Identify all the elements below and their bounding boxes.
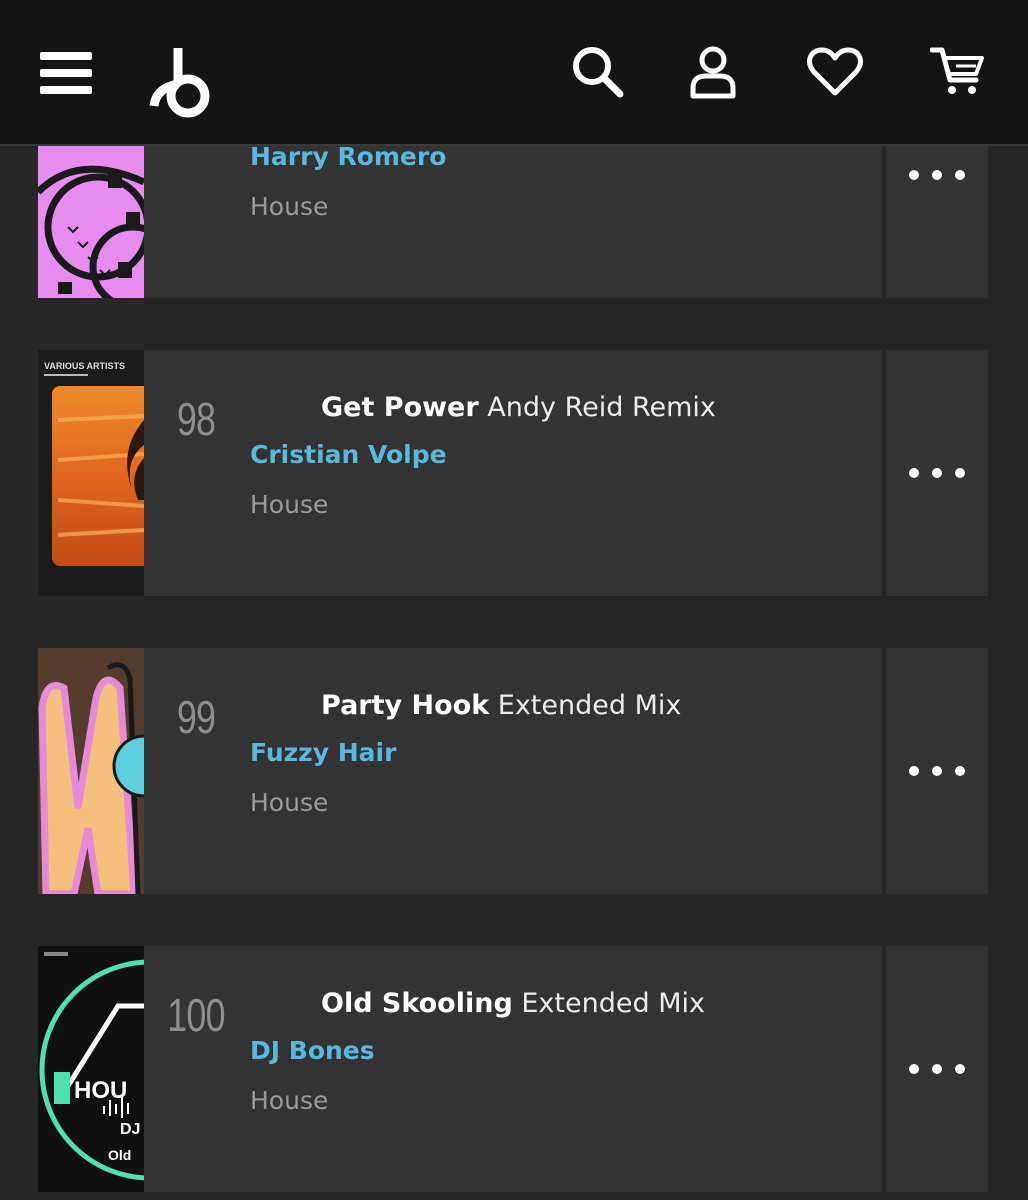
svg-text:VARIOUS ARTISTS: VARIOUS ARTISTS [44,361,125,371]
track-genre[interactable]: House [250,490,328,519]
track-card[interactable]: HOU DJ Old 100 Old Skooling Extended Mix… [38,946,988,1192]
top-navigation-bar [0,0,1028,146]
track-list: Harry Romero House VARIOUS ARTISTS 98 Ge… [0,0,1028,1200]
track-title-name: Party Hook [321,690,490,721]
beatport-logo[interactable] [148,44,212,120]
pink-letter-artwork [38,648,144,894]
track-title-name: Old Skooling [321,988,513,1019]
track-artist[interactable]: Harry Romero [250,142,446,171]
more-dots-icon [909,468,965,478]
track-genre[interactable]: House [250,788,328,817]
svg-text:DJ: DJ [120,1121,140,1138]
track-artwork[interactable]: HOU DJ Old [38,946,144,1192]
track-rank: 99 [176,691,216,743]
svg-text:Old: Old [108,1147,131,1163]
track-mix-name: Extended Mix [497,690,682,721]
search-icon[interactable] [570,44,624,98]
track-card[interactable]: VARIOUS ARTISTS 98 Get Power Andy Reid R… [38,350,988,596]
track-title[interactable]: Old Skooling Extended Mix [321,988,705,1019]
svg-text:HOU: HOU [74,1077,127,1104]
more-options-button[interactable] [886,648,988,894]
track-rank: 100 [167,989,225,1041]
track-title[interactable]: Party Hook Extended Mix [321,690,681,721]
house-record-artwork: HOU DJ Old [38,946,144,1192]
more-options-button[interactable] [886,946,988,1192]
cart-icon[interactable] [930,44,986,98]
track-artwork[interactable] [38,648,144,894]
track-mix-name: Extended Mix [521,988,705,1019]
track-artist[interactable]: DJ Bones [250,1036,375,1065]
various-artists-festival-artwork: VARIOUS ARTISTS [38,350,144,596]
account-icon[interactable] [688,44,738,100]
track-mix-name: Andy Reid Remix [487,392,716,423]
track-genre[interactable]: House [250,192,328,221]
track-main[interactable]: HOU DJ Old 100 Old Skooling Extended Mix… [38,946,882,1192]
heart-icon[interactable] [806,46,864,98]
track-title[interactable]: Get Power Andy Reid Remix [321,392,716,423]
more-options-button[interactable] [886,350,988,596]
track-artist[interactable]: Fuzzy Hair [250,738,396,767]
track-main[interactable]: VARIOUS ARTISTS 98 Get Power Andy Reid R… [38,350,882,596]
more-dots-icon [909,170,965,180]
track-rank: 98 [176,393,216,445]
menu-icon[interactable] [40,50,94,96]
track-artist[interactable]: Cristian Volpe [250,440,447,469]
track-title-name: Get Power [321,392,479,423]
more-dots-icon [909,766,965,776]
more-dots-icon [909,1064,965,1074]
track-artwork[interactable]: VARIOUS ARTISTS [38,350,144,596]
track-genre[interactable]: House [250,1086,328,1115]
track-main[interactable]: 99 Party Hook Extended Mix Fuzzy Hair Ho… [38,648,882,894]
track-card[interactable]: 99 Party Hook Extended Mix Fuzzy Hair Ho… [38,648,988,894]
